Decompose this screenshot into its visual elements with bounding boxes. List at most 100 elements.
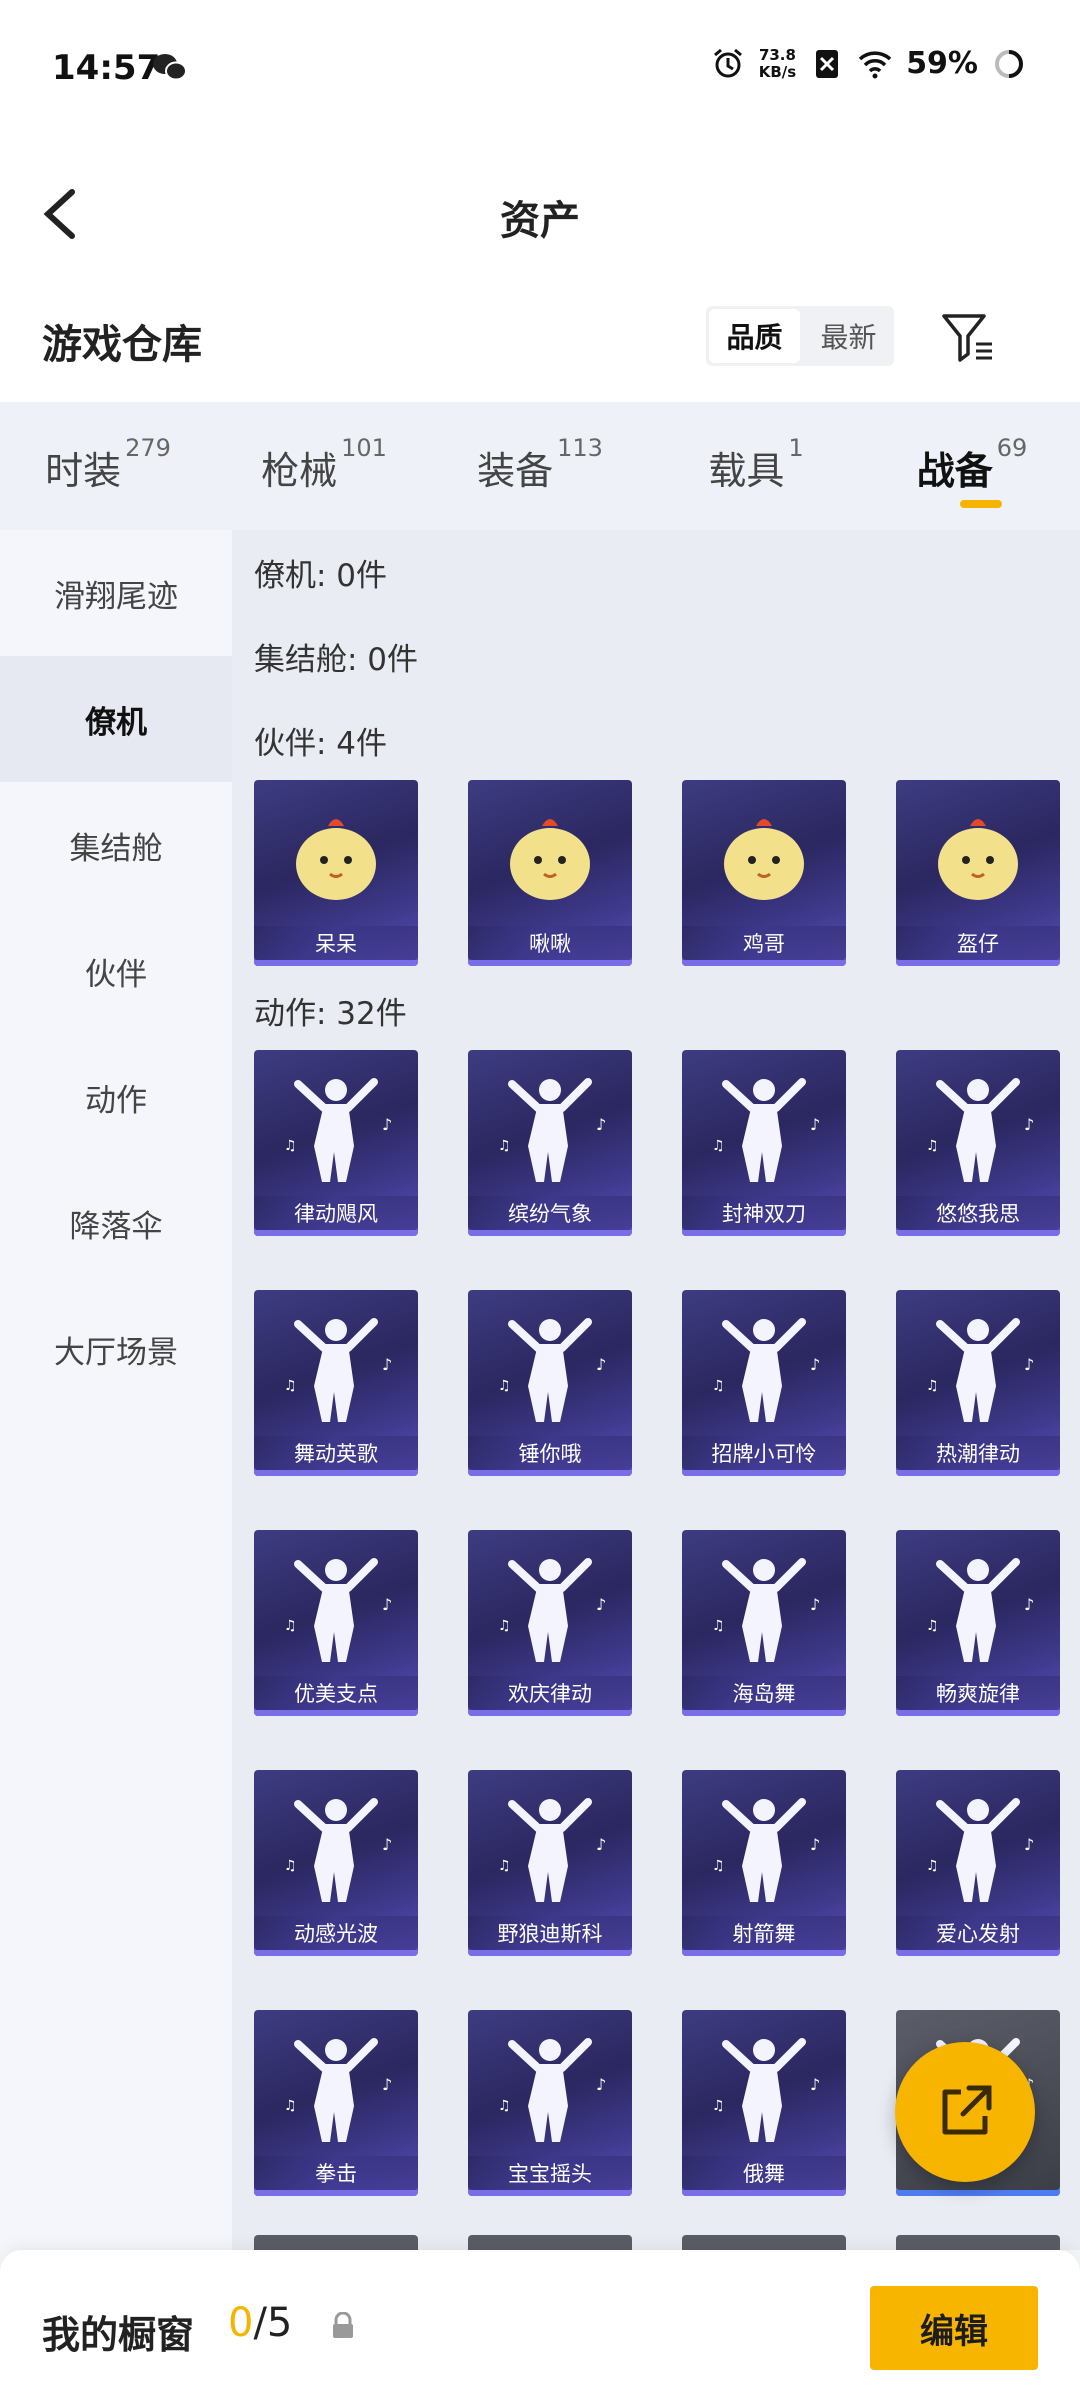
sort-toggle: 品质 最新 [706,306,894,366]
svg-text:♫: ♫ [498,1378,511,1394]
partner-card[interactable]: 呆呆 [254,780,418,966]
action-card[interactable]: ♪ ♫ 欢庆律动 [468,1530,632,1716]
svg-text:♪: ♪ [382,1115,392,1134]
action-card[interactable]: ♪ ♫ 爱心发射 [896,1770,1060,1956]
card-caption: 射箭舞 [682,1916,846,1950]
svg-text:♫: ♫ [498,1138,511,1154]
share-icon [942,2085,992,2135]
card-caption: 海岛舞 [682,1676,846,1710]
partner-card[interactable]: 鸡哥 [682,780,846,966]
card-caption: 鸡哥 [682,926,846,960]
action-card[interactable]: ♪ ♫ 悠悠我思 [896,1050,1060,1236]
card-caption: 啾啾 [468,926,632,960]
sidebar-item-partner[interactable]: 伙伴 [0,908,232,1034]
sidebar-item-pod[interactable]: 集结舱 [0,782,232,908]
action-pose-image: ♪♫ [712,1318,820,1422]
svg-text:♪: ♪ [596,2075,606,2094]
action-card[interactable]: ♪ ♫ 动感光波 [254,1770,418,1956]
section-header-action: 动作: 32件 [254,996,407,1032]
sidebar-item-parachute[interactable]: 降落伞 [0,1160,232,1286]
showcase-count-total: /5 [253,2300,293,2346]
action-card[interactable] [254,2235,418,2250]
tab-firearms[interactable]: 枪械 101 [216,402,432,530]
tab-vehicles[interactable]: 载具 1 [648,402,864,530]
action-card[interactable] [682,2235,846,2250]
action-pose-image: ♪♫ [712,2038,820,2142]
svg-text:♪: ♪ [1024,1595,1034,1614]
card-caption: 舞动英歌 [254,1436,418,1470]
partner-card[interactable]: 盔仔 [896,780,1060,966]
svg-text:♪: ♪ [1024,1835,1034,1854]
edit-button[interactable]: 编辑 [870,2286,1038,2370]
action-card[interactable]: ♪ ♫ 宝宝摇头 [468,2010,632,2196]
action-card[interactable] [468,2235,632,2250]
action-card[interactable]: ♪ ♫ 畅爽旋律 [896,1530,1060,1716]
action-pose-image: ♪♫ [712,1078,820,1182]
action-card[interactable]: ♪ ♫ 招牌小可怜 [682,1290,846,1476]
action-card[interactable]: ♪ ♫ 野狼迪斯科 [468,1770,632,1956]
svg-text:♫: ♫ [712,1618,725,1634]
partner-card[interactable]: 啾啾 [468,780,632,966]
card-caption: 招牌小可怜 [682,1436,846,1470]
tab-equipment[interactable]: 装备 113 [432,402,648,530]
svg-text:♫: ♫ [284,1378,297,1394]
card-caption: 律动飓风 [254,1196,418,1230]
action-pose-image: ♪♫ [712,1798,820,1902]
sidebar-item-lobby-scene[interactable]: 大厅场景 [0,1286,232,1412]
showcase-count: 0/5 [228,2300,292,2346]
tab-fashion[interactable]: 时装 279 [0,402,216,530]
svg-text:♫: ♫ [926,1138,939,1154]
svg-text:♫: ♫ [498,2098,511,2114]
battery-percent: 59% [906,46,978,81]
tab-count: 113 [557,434,603,462]
action-card[interactable]: ♪ ♫ 俄舞 [682,2010,846,2196]
share-button[interactable] [895,2042,1035,2182]
sort-quality-button[interactable]: 品质 [709,309,800,363]
filter-icon[interactable] [940,312,996,364]
action-card[interactable]: ♪ ♫ 封神双刀 [682,1050,846,1236]
tab-label: 载具 [708,449,785,493]
svg-text:♫: ♫ [498,1858,511,1874]
section-header-partner: 伙伴: 4件 [254,726,388,762]
action-card[interactable]: ♪ ♫ 缤纷气象 [468,1050,632,1236]
svg-text:♪: ♪ [810,1355,820,1374]
action-card[interactable]: ♪ ♫ 拳击 [254,2010,418,2196]
tab-count: 69 [996,434,1028,462]
card-caption: 悠悠我思 [896,1196,1060,1230]
action-card[interactable]: ♪ ♫ 舞动英歌 [254,1290,418,1476]
page-title: 资产 [500,198,580,244]
card-caption: 盔仔 [896,926,1060,960]
sort-newest-button[interactable]: 最新 [803,306,894,366]
tab-label: 枪械 [261,449,338,493]
svg-text:♪: ♪ [382,1595,392,1614]
svg-text:♫: ♫ [712,1858,725,1874]
alarm-icon [713,48,742,77]
card-caption: 呆呆 [254,926,418,960]
svg-text:♪: ♪ [1024,1355,1034,1374]
action-pose-image: ♪♫ [498,1078,606,1182]
action-card[interactable]: ♪ ♫ 射箭舞 [682,1770,846,1956]
section-header-wingman: 僚机: 0件 [254,558,388,594]
action-card[interactable]: ♪ ♫ 热潮律动 [896,1290,1060,1476]
sidebar-item-wingman[interactable]: 僚机 [0,656,232,782]
speed-unit: KB/s [758,62,797,81]
action-pose-image: ♪♫ [284,1078,392,1182]
action-card[interactable]: ♪ ♫ 锤你哦 [468,1290,632,1476]
action-card[interactable]: ♪ ♫ 海岛舞 [682,1530,846,1716]
sidebar-item-glide-trail[interactable]: 滑翔尾迹 [0,530,232,656]
action-card[interactable] [896,2235,1060,2250]
item-grid: 僚机: 0件 集结舱: 0件 伙伴: 4件 动作: 32件 呆呆 啾啾 鸡哥 盔仔 ♪ ♫… [232,530,1080,2250]
warehouse-bar: 游戏仓库 品质 最新 [0,300,1080,402]
svg-text:♪: ♪ [596,1355,606,1374]
tab-combat-prep[interactable]: 战备 69 [864,402,1080,530]
card-caption: 热潮律动 [896,1436,1060,1470]
svg-text:♫: ♫ [284,1618,297,1634]
sidebar-item-action[interactable]: 动作 [0,1034,232,1160]
action-card[interactable]: ♪ ♫ 优美支点 [254,1530,418,1716]
tab-count: 1 [788,434,804,462]
action-pose-image: ♪♫ [498,1558,606,1662]
svg-text:♫: ♫ [712,1378,725,1394]
action-card[interactable]: ♪ ♫ 律动飓风 [254,1050,418,1236]
tab-count: 101 [341,434,387,462]
svg-text:♪: ♪ [382,1835,392,1854]
